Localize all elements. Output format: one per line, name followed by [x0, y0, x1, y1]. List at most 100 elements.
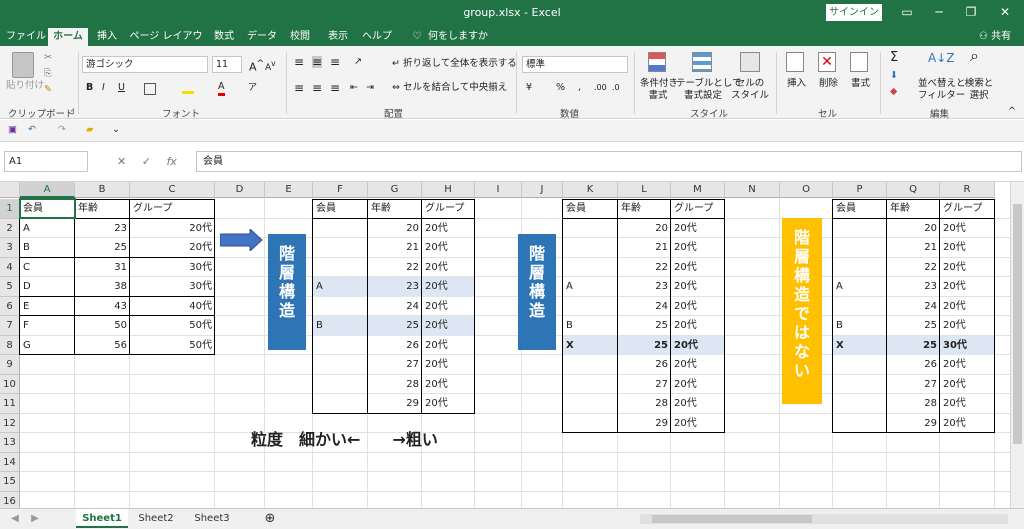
table-cell[interactable]: 38 [75, 277, 130, 297]
table-cell[interactable]: 20代 [671, 219, 725, 239]
table-cell[interactable] [833, 238, 887, 258]
table-cell[interactable] [313, 355, 368, 375]
table-cell[interactable]: 50代 [130, 336, 215, 356]
table-cell[interactable]: 20代 [671, 394, 725, 414]
tab-file[interactable]: ファイル [6, 28, 46, 46]
share-button[interactable]: ⚇ 共有 [970, 28, 1020, 46]
tab-home[interactable]: ホーム [48, 28, 88, 46]
copy-icon[interactable]: ⎘ [44, 68, 52, 80]
row-header[interactable]: 6 [0, 296, 20, 316]
table-cell[interactable]: 20代 [671, 238, 725, 258]
table-cell[interactable]: 20代 [422, 336, 475, 356]
table-cell[interactable]: 23 [75, 219, 130, 239]
table-cell[interactable]: 20代 [940, 414, 995, 434]
table-cell[interactable]: 24 [368, 297, 422, 317]
table-cell[interactable]: 20代 [422, 355, 475, 375]
table-cell[interactable]: 24 [618, 297, 671, 317]
table-cell[interactable] [563, 375, 618, 395]
table-header-cell[interactable]: グループ [422, 199, 475, 219]
row-header[interactable]: 13 [0, 433, 20, 453]
tab-view[interactable]: 表示 [322, 28, 354, 46]
increase-decimal-icon[interactable]: .00 [594, 82, 607, 94]
table-cell[interactable]: 29 [368, 394, 422, 414]
phonetic-icon[interactable]: ア [248, 82, 257, 94]
select-all-corner[interactable] [0, 182, 20, 198]
table-cell[interactable]: X [833, 335, 887, 355]
table-header-cell[interactable]: 会員 [313, 199, 368, 219]
underline-button[interactable]: U [118, 82, 125, 94]
table-cell[interactable]: B [563, 316, 618, 336]
restore-icon[interactable]: ❐ [960, 3, 982, 21]
tab-review[interactable]: 校閲 [284, 28, 316, 46]
decrease-indent-icon[interactable]: ⇤ [350, 82, 358, 94]
table-cell[interactable] [313, 258, 368, 278]
table-cell[interactable]: B [20, 238, 75, 258]
table-cell[interactable] [833, 297, 887, 317]
table-cell[interactable] [313, 375, 368, 395]
table-cell[interactable]: 40代 [130, 297, 215, 317]
table-cell[interactable]: A [563, 277, 618, 297]
fill-color-icon[interactable] [182, 84, 194, 94]
table-cell[interactable]: 29 [887, 414, 940, 434]
table-cell[interactable]: C [20, 258, 75, 278]
orientation-icon[interactable]: ↗ [354, 56, 362, 68]
row-header[interactable]: 2 [0, 218, 20, 238]
table-cell[interactable]: 50代 [130, 316, 215, 336]
table-cell[interactable]: 20代 [940, 238, 995, 258]
bold-button[interactable]: B [86, 82, 93, 94]
table-cell[interactable]: 20 [887, 219, 940, 239]
table-cell[interactable]: 20代 [671, 335, 725, 355]
table-cell[interactable] [833, 355, 887, 375]
row-header[interactable]: 4 [0, 257, 20, 277]
column-header[interactable]: O [780, 182, 833, 198]
align-left-icon[interactable]: ≡ [294, 82, 304, 94]
cancel-icon[interactable]: ✕ [117, 155, 126, 168]
column-header[interactable]: G [368, 182, 422, 198]
table-cell[interactable]: 23 [887, 277, 940, 297]
table-cell[interactable]: A [833, 277, 887, 297]
table-cell[interactable]: 20代 [422, 297, 475, 317]
table-cell[interactable]: 21 [887, 238, 940, 258]
table-header-cell[interactable]: 年齢 [887, 199, 940, 219]
currency-icon[interactable]: ¥ [526, 82, 532, 94]
table-cell[interactable] [833, 258, 887, 278]
table-cell[interactable] [313, 297, 368, 317]
table-cell[interactable]: B [313, 316, 368, 336]
table-cell[interactable]: 56 [75, 336, 130, 356]
table-cell[interactable] [313, 238, 368, 258]
table-cell[interactable]: 26 [887, 355, 940, 375]
undo-icon[interactable]: ↶ [28, 124, 36, 136]
tab-insert[interactable]: 挿入 [92, 28, 122, 46]
table-cell[interactable] [563, 258, 618, 278]
column-header[interactable]: D [215, 182, 265, 198]
h-scroll-thumb[interactable] [652, 515, 812, 523]
collapse-ribbon-icon[interactable]: ^ [1008, 106, 1016, 118]
table-cell[interactable]: 24 [887, 297, 940, 317]
table-cell[interactable]: 20代 [940, 394, 995, 414]
italic-button[interactable]: I [102, 82, 105, 94]
table-cell[interactable]: 27 [887, 375, 940, 395]
dialog-launcher-icon[interactable] [68, 108, 74, 114]
table-header-cell[interactable]: 会員 [563, 199, 618, 219]
align-center-icon[interactable]: ≡ [312, 82, 322, 94]
table-cell[interactable]: 20代 [671, 297, 725, 317]
table-header-cell[interactable]: グループ [130, 199, 215, 219]
signin-button[interactable]: サインイン [826, 4, 882, 21]
horizontal-scrollbar[interactable] [640, 514, 1008, 524]
fill-icon[interactable]: ⬇ [890, 70, 898, 82]
autosum-icon[interactable]: Σ [890, 51, 898, 64]
table-cell[interactable] [833, 414, 887, 434]
font-name-combo[interactable]: 游ゴシック [82, 56, 208, 73]
table-header-cell[interactable]: グループ [671, 199, 725, 219]
row-header[interactable]: 15 [0, 472, 20, 492]
next-sheet-icon[interactable]: ▶ [28, 509, 42, 528]
table-cell[interactable]: 20代 [940, 277, 995, 297]
borders-icon[interactable] [144, 83, 156, 95]
table-cell[interactable]: A [20, 219, 75, 239]
comma-icon[interactable]: , [578, 82, 581, 94]
tell-me-search[interactable]: 何をしますか [428, 28, 498, 46]
table-cell[interactable] [833, 375, 887, 395]
column-header[interactable]: L [618, 182, 671, 198]
prev-sheet-icon[interactable]: ◀ [8, 509, 22, 528]
table-cell[interactable] [563, 238, 618, 258]
